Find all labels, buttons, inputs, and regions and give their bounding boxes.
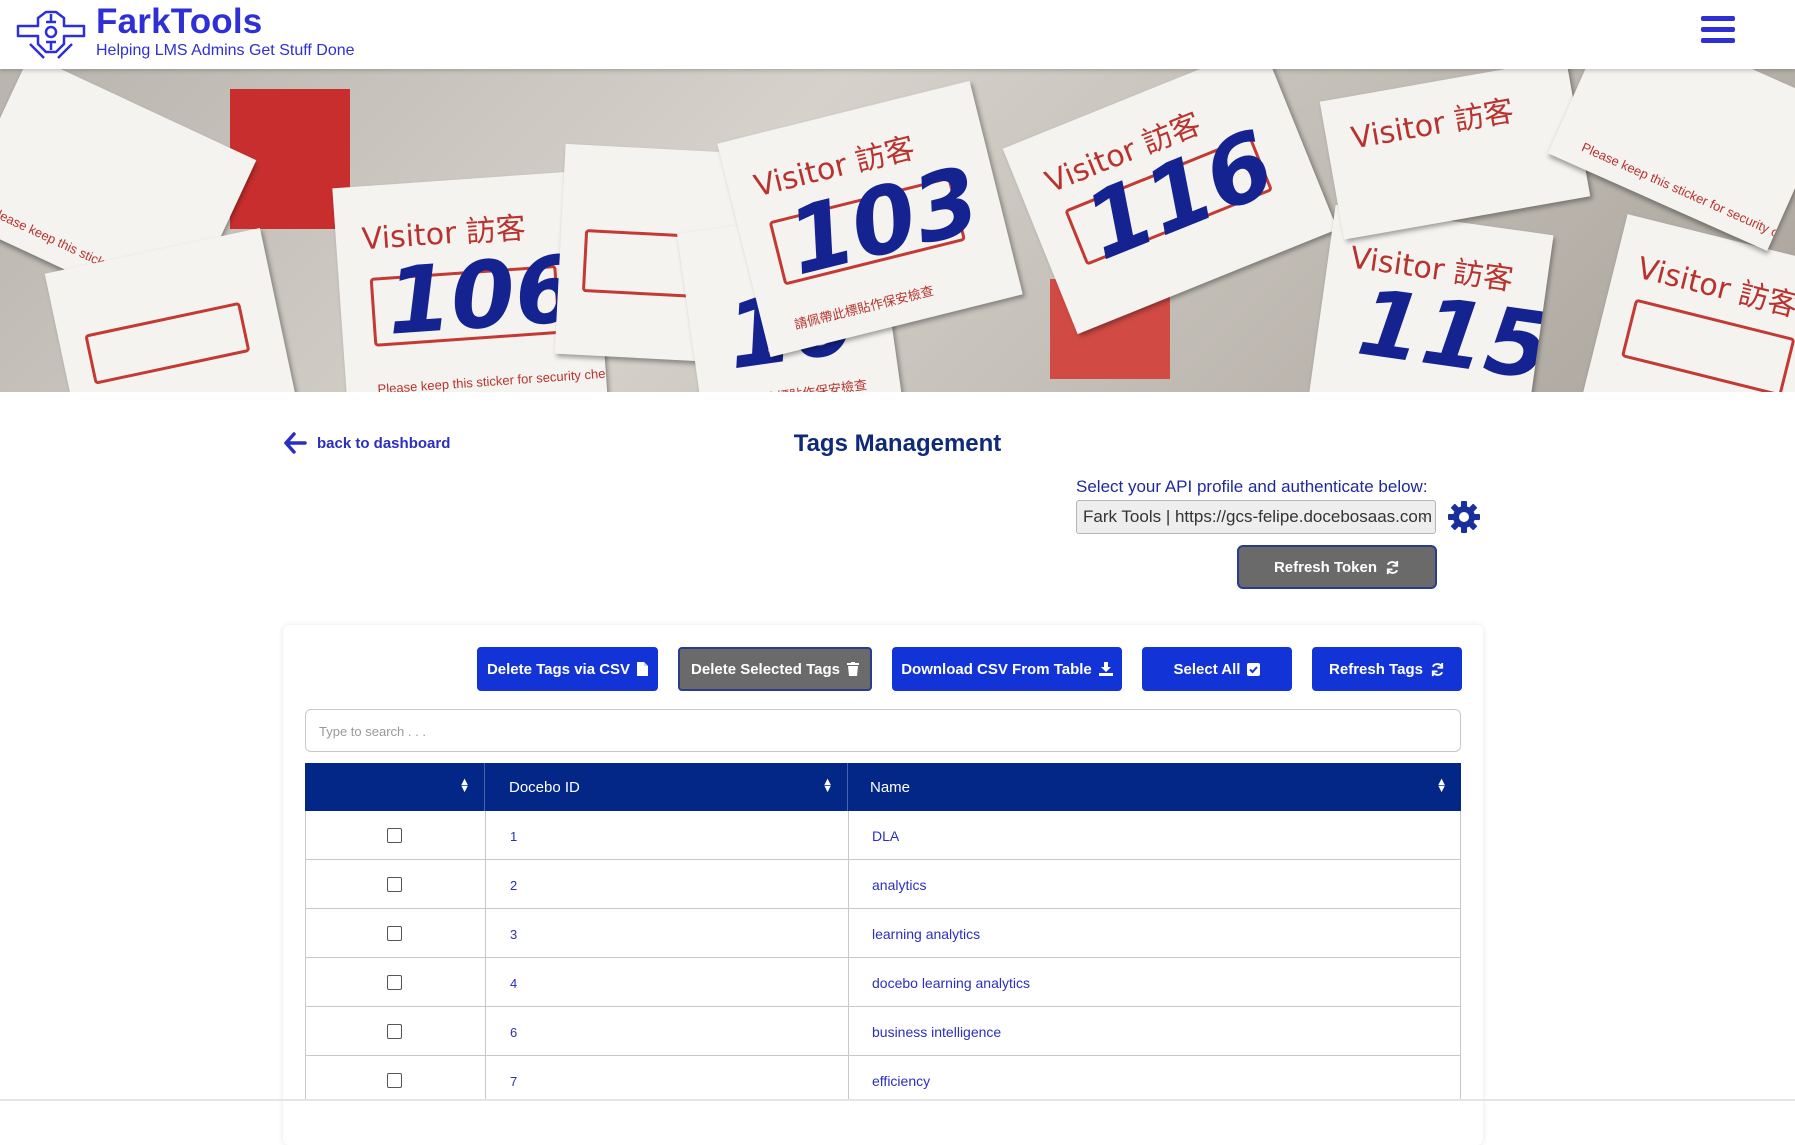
download-icon	[1098, 662, 1113, 676]
page-title: Tags Management	[793, 430, 1002, 457]
trash-icon	[846, 662, 859, 676]
sort-icon: ▲ ▼	[1436, 776, 1447, 795]
column-header-name[interactable]: Name ▲ ▼	[848, 763, 1461, 811]
select-all-label: Select All	[1173, 660, 1241, 678]
refresh-token-button[interactable]: Refresh Token	[1237, 545, 1437, 589]
cell-name: docebo learning analytics	[872, 975, 1030, 991]
logo-icon[interactable]	[10, 4, 92, 62]
table-row: 7 efficiency	[305, 1056, 1461, 1101]
table-row: 1 DLA	[305, 811, 1461, 860]
table-row: 3 learning analytics	[305, 909, 1461, 958]
delete-tags-via-csv-button[interactable]: Delete Tags via CSV	[477, 647, 658, 691]
cell-docebo-id: 6	[510, 1025, 518, 1040]
sort-icon: ▲ ▼	[459, 776, 470, 795]
api-profile-select[interactable]: Fark Tools | https://gcs-felipe.docebosa…	[1076, 500, 1436, 534]
cell-name: learning analytics	[872, 926, 981, 942]
visitor-sticker: Visitor 訪客 103 請佩帶此標貼作保安檢查	[717, 80, 1023, 358]
download-csv-label: Download CSV From Table	[901, 660, 1092, 678]
brand-name[interactable]: FarkTools	[96, 2, 262, 42]
row-checkbox[interactable]	[387, 975, 402, 990]
cell-name: efficiency	[872, 1073, 931, 1089]
hero-banner-image: Please keep this sticker for security ch…	[0, 69, 1795, 392]
row-checkbox[interactable]	[387, 926, 402, 941]
search-input[interactable]: Type to search . . .	[305, 709, 1461, 752]
row-checkbox[interactable]	[387, 1073, 402, 1088]
column-header-select[interactable]: ▲ ▼	[305, 763, 484, 811]
delete-tags-via-csv-label: Delete Tags via CSV	[486, 660, 631, 678]
api-profile-label: Select your API profile and authenticate…	[1076, 477, 1428, 496]
search-placeholder: Type to search . . .	[319, 724, 426, 739]
table-row: 2 analytics	[305, 860, 1461, 909]
refresh-icon	[1431, 662, 1444, 676]
checkbox-checked-icon	[1247, 662, 1261, 676]
refresh-tags-button[interactable]: Refresh Tags	[1312, 647, 1462, 691]
download-csv-button[interactable]: Download CSV From Table	[892, 647, 1122, 691]
refresh-token-label: Refresh Token	[1273, 558, 1378, 576]
row-checkbox[interactable]	[387, 828, 402, 843]
table-header: ▲ ▼ Docebo ID ▲ ▼ Name ▲ ▼	[305, 763, 1461, 811]
delete-selected-tags-label: Delete Selected Tags	[691, 660, 840, 678]
cell-docebo-id: 3	[510, 927, 518, 942]
row-checkbox[interactable]	[387, 877, 402, 892]
cell-name: business intelligence	[872, 1024, 1002, 1040]
delete-selected-tags-button[interactable]: Delete Selected Tags	[678, 647, 872, 691]
cell-docebo-id: 7	[510, 1074, 518, 1089]
cell-name: DLA	[872, 828, 900, 844]
cell-docebo-id: 4	[510, 976, 518, 991]
visitor-sticker: Please keep this sticker for security ch…	[1547, 69, 1795, 251]
hamburger-menu-icon[interactable]	[1701, 16, 1735, 46]
api-profile-value: Fark Tools | https://gcs-felipe.docebosa…	[1083, 507, 1432, 526]
refresh-tags-label: Refresh Tags	[1329, 660, 1423, 678]
cell-docebo-id: 1	[510, 829, 518, 844]
chevron-down-icon: ⌄	[1418, 509, 1429, 523]
app-header: FarkTools Helping LMS Admins Get Stuff D…	[0, 0, 1795, 69]
file-icon	[637, 662, 649, 676]
row-checkbox[interactable]	[387, 1024, 402, 1039]
column-header-docebo-id[interactable]: Docebo ID ▲ ▼	[485, 763, 847, 811]
select-all-button[interactable]: Select All	[1142, 647, 1292, 691]
cell-docebo-id: 2	[510, 878, 518, 893]
cell-name: analytics	[872, 877, 927, 893]
table-row: 6 business intelligence	[305, 1007, 1461, 1056]
gear-icon[interactable]	[1446, 499, 1482, 535]
table-row: 4 docebo learning analytics	[305, 958, 1461, 1007]
sort-icon: ▲ ▼	[822, 776, 833, 795]
brand-tagline: Helping LMS Admins Get Stuff Done	[96, 42, 355, 59]
refresh-icon	[1386, 560, 1399, 574]
